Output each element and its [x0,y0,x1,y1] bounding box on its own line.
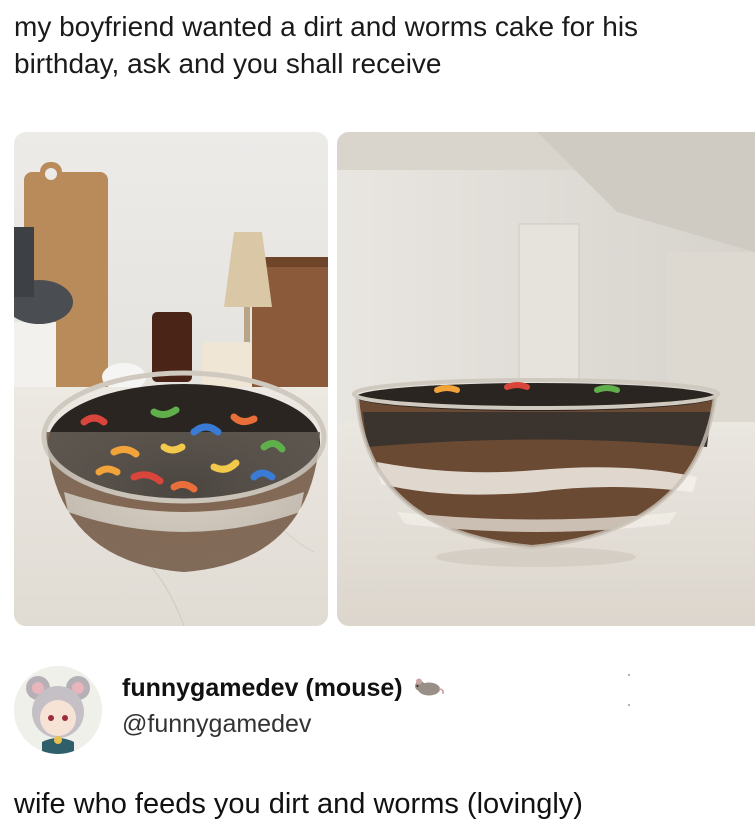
reply-author: funnygamedev (mouse) @funnygamedev [14,666,744,756]
bowl-side-view-illustration [337,132,755,626]
post-caption: my boyfriend wanted a dirt and worms cak… [14,11,639,79]
avatar[interactable] [14,666,102,754]
divider-dot [628,674,630,676]
photo-bowl-side-view[interactable] [337,132,755,626]
display-name[interactable]: funnygamedev (mouse) [122,674,445,704]
bowl-top-view-illustration [14,132,328,626]
reply-text: wife who feeds you dirt and worms (lovin… [14,788,583,820]
avatar-illustration [14,666,102,754]
photo-bowl-top-view[interactable] [14,132,328,626]
display-name-text: funnygamedev (mouse) [122,674,403,702]
divider-dot [628,704,630,706]
handle[interactable]: @funnygamedev [122,710,311,739]
mouse-icon [411,675,445,704]
